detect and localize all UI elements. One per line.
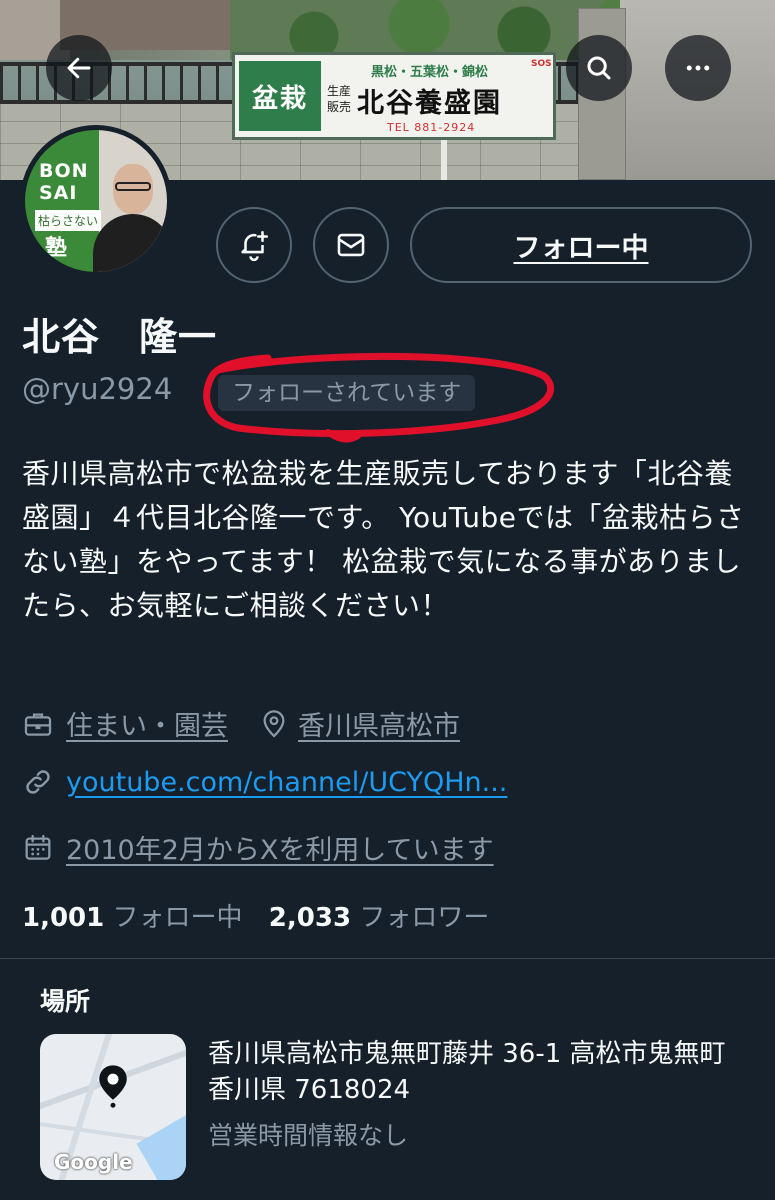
meta-joined-text: 2010年2月からXを利用しています bbox=[66, 835, 494, 866]
profile-bio: 香川県高松市で松盆栽を生産販売しております「北谷養盛園」４代目北谷隆一です。 Y… bbox=[22, 457, 745, 622]
meta-location-link[interactable]: 香川県高松市 bbox=[298, 704, 460, 743]
meta-url-row: youtube.com/channel/UCYQHn... bbox=[22, 766, 507, 798]
sign-badge: SOS bbox=[531, 59, 552, 69]
sign-main-text: 盆栽 bbox=[239, 61, 321, 131]
google-logo: Google bbox=[54, 1150, 133, 1174]
bell-plus-icon bbox=[241, 230, 269, 262]
user-handle: @ryu2924 bbox=[22, 372, 173, 406]
link-icon bbox=[26, 770, 50, 794]
arrow-left-icon bbox=[67, 57, 91, 79]
followers-label: フォロワー bbox=[359, 903, 490, 933]
follow-stats: 1,001 フォロー中 2,033 フォロワー bbox=[22, 897, 489, 934]
following-label: フォロー中 bbox=[112, 903, 243, 933]
message-button[interactable] bbox=[313, 207, 389, 283]
more-button[interactable] bbox=[665, 35, 731, 101]
following-stat[interactable]: 1,001 フォロー中 bbox=[22, 903, 251, 933]
meta-category-row: 住まい・園芸 香川県高松市 bbox=[22, 704, 460, 743]
followers-count: 2,033 bbox=[268, 903, 352, 933]
business-hours-text: 営業時間情報なし bbox=[208, 1121, 409, 1150]
sign-pole bbox=[441, 140, 447, 180]
follows-you-badge: フォローされています bbox=[218, 375, 476, 411]
location-address: 香川県高松市鬼無町藤井 36-1 高松市鬼無町 香川県 7618024 bbox=[208, 1039, 726, 1105]
display-name: 北谷 隆一 bbox=[22, 315, 218, 359]
more-horizontal-icon bbox=[686, 65, 710, 71]
profile-website-link[interactable]: youtube.com/channel/UCYQHn... bbox=[66, 767, 507, 798]
avatar-brand-mid: 枯らさない bbox=[35, 210, 101, 231]
notify-button[interactable] bbox=[216, 207, 292, 283]
following-count: 1,001 bbox=[22, 903, 105, 933]
nursery-sign: 盆栽 黒松・五葉松・錦松 SOS 生産販売 北谷養盛園 TEL 881-2924 bbox=[232, 52, 556, 140]
envelope-icon bbox=[337, 233, 365, 257]
location-map[interactable]: Google bbox=[40, 1034, 186, 1180]
map-pin-icon bbox=[263, 709, 285, 738]
followers-stat[interactable]: 2,033 フォロワー bbox=[269, 903, 490, 933]
meta-joined-row: 2010年2月からXを利用しています bbox=[22, 828, 494, 867]
map-pin-marker-icon bbox=[99, 1065, 127, 1108]
map-water bbox=[136, 1113, 186, 1180]
meta-category-link[interactable]: 住まい・園芸 bbox=[66, 704, 228, 743]
avatar[interactable]: BON SAI 枯らさない 塾 bbox=[20, 125, 172, 277]
sign-small-text: 生産販売 bbox=[327, 84, 352, 114]
search-icon bbox=[587, 56, 611, 80]
sign-sub-text: 黒松・五葉松・錦松 bbox=[371, 65, 489, 80]
avatar-person-glasses bbox=[115, 182, 151, 191]
avatar-person-body bbox=[93, 214, 167, 272]
briefcase-icon bbox=[24, 713, 52, 736]
sign-name: 北谷養盛園 bbox=[357, 88, 502, 119]
sign-tel: TEL 881-2924 bbox=[387, 121, 476, 134]
section-divider bbox=[0, 958, 775, 959]
search-button[interactable] bbox=[566, 35, 632, 101]
avatar-image: BON SAI 枯らさない 塾 bbox=[25, 130, 167, 272]
location-section-title: 場所 bbox=[40, 987, 91, 1016]
following-button[interactable]: フォロー中 bbox=[410, 207, 752, 283]
avatar-brand-bottom: 塾 bbox=[45, 236, 68, 261]
avatar-brand-top: BON SAI bbox=[39, 160, 89, 204]
back-button[interactable] bbox=[46, 35, 112, 101]
calendar-icon bbox=[25, 834, 51, 860]
